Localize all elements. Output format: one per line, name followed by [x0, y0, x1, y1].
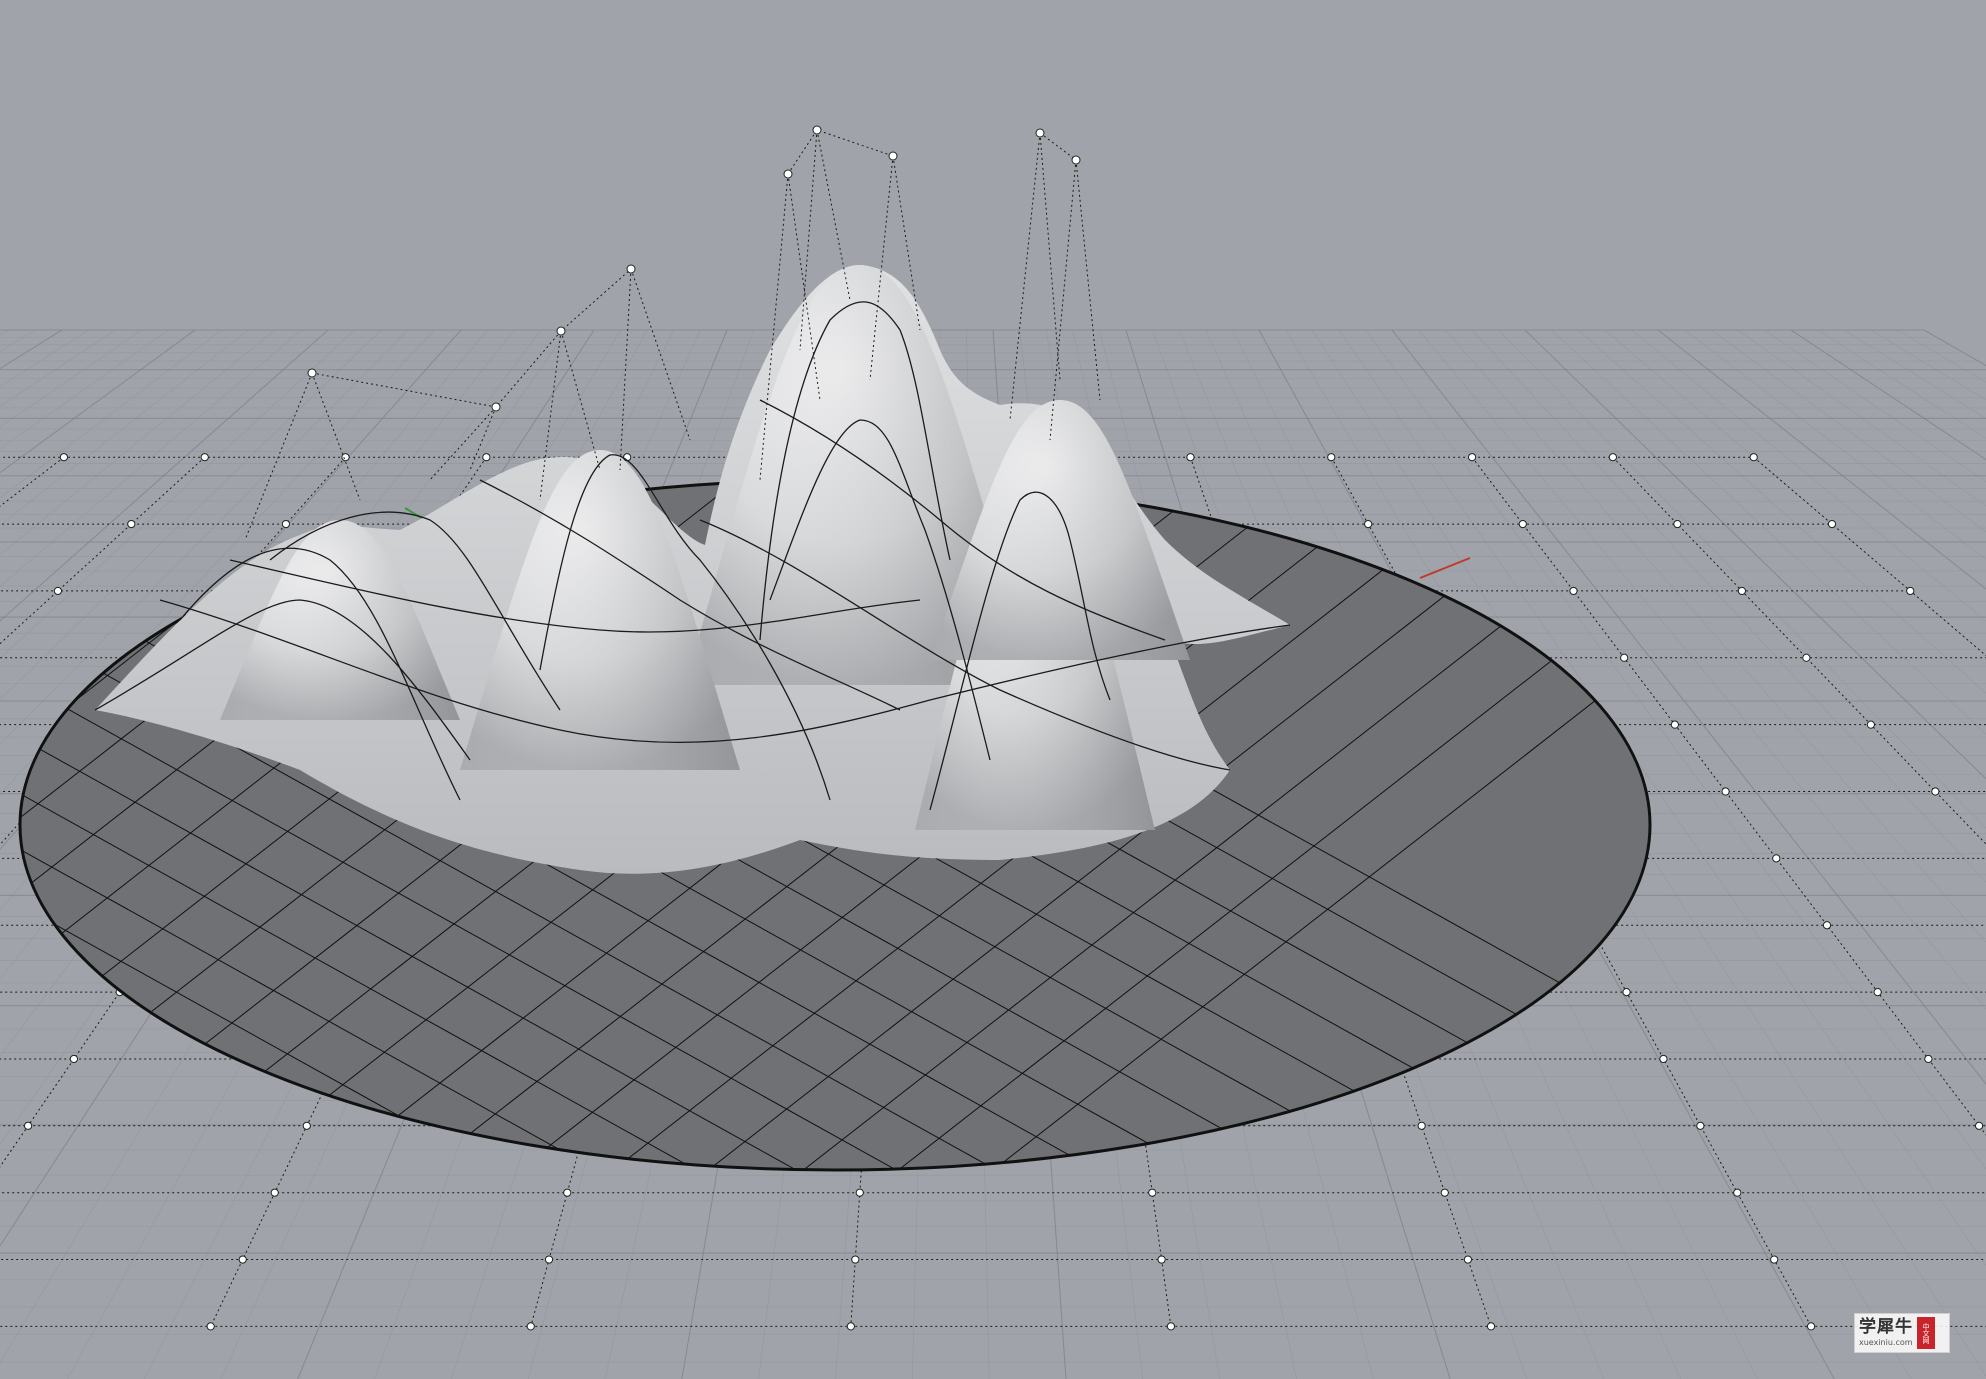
control-point: [1733, 1188, 1742, 1197]
raised-control-point: [626, 264, 636, 274]
grid-line: [1870, 329, 1986, 401]
control-polygon-col: [1612, 456, 1986, 845]
control-point: [1417, 1121, 1426, 1130]
control-point: [563, 1188, 572, 1197]
grid-line: [1897, 329, 1986, 383]
watermark-seal-text: 中文网: [1922, 1322, 1930, 1344]
control-point: [1486, 1322, 1496, 1331]
control-point: [1364, 519, 1373, 529]
control-point: [1463, 1255, 1472, 1264]
control-point: [482, 453, 491, 462]
raised-control-point: [783, 169, 793, 179]
grid-line: [1711, 329, 1986, 533]
control-point: [1806, 1322, 1816, 1331]
grid-line: [1817, 329, 1986, 439]
control-point: [270, 1188, 279, 1197]
control-point: [851, 1255, 860, 1264]
control-point: [1866, 720, 1875, 729]
control-point: [1620, 653, 1629, 662]
control-point: [1822, 921, 1832, 930]
control-point: [341, 453, 350, 462]
control-point: [23, 1121, 33, 1130]
control-point: [1440, 1188, 1449, 1197]
control-point: [1802, 653, 1811, 662]
grid-line: [1844, 329, 1986, 419]
control-point: [526, 1322, 535, 1331]
control-point: [1906, 586, 1915, 596]
control-point: [1673, 519, 1682, 529]
rhino-3d-scene[interactable]: [0, 0, 1986, 1379]
control-point: [1157, 1255, 1166, 1264]
control-point: [302, 1121, 311, 1130]
grid-line: [1631, 329, 1986, 622]
control-point: [1518, 519, 1527, 529]
control-point: [1659, 1054, 1668, 1064]
control-point: [1608, 453, 1618, 462]
control-point: [1569, 586, 1578, 596]
peak-hull-drop: [1009, 132, 1061, 421]
control-point: [206, 1322, 215, 1331]
raised-control-point: [556, 326, 566, 336]
grid-line: [1923, 329, 1986, 367]
control-point: [1186, 453, 1195, 462]
control-point: [855, 1188, 864, 1197]
control-point: [238, 1255, 247, 1264]
control-point: [1924, 1054, 1933, 1064]
control-point: [69, 1054, 79, 1064]
control-point: [1827, 519, 1837, 529]
control-point: [281, 519, 291, 529]
peak-hull: [311, 129, 1077, 408]
grid-line: [1764, 329, 1986, 483]
control-point: [53, 586, 63, 596]
grid-line: [0, 329, 9, 336]
control-point: [1770, 1255, 1779, 1264]
control-point: [846, 1322, 855, 1331]
raised-control-point: [888, 151, 898, 161]
site-watermark: 学犀牛 xuexiniu.com 中文网: [1854, 1313, 1950, 1353]
grid-line: [1657, 329, 1986, 590]
control-point: [1696, 1121, 1705, 1130]
watermark-seal: 中文网: [1917, 1317, 1935, 1349]
grid-line: [1684, 329, 1986, 560]
control-point: [1873, 987, 1882, 997]
grid-line: [1604, 329, 1986, 656]
control-point: [1721, 787, 1730, 796]
perspective-viewport[interactable]: 学犀牛 xuexiniu.com 中文网: [0, 0, 1986, 1379]
control-point: [1148, 1188, 1157, 1197]
control-point: [59, 453, 68, 462]
raised-control-point: [307, 368, 317, 378]
control-point: [1931, 787, 1940, 796]
control-point: [1467, 453, 1477, 462]
control-point: [1670, 720, 1679, 729]
control-point: [1974, 1121, 1984, 1130]
raised-control-point: [491, 402, 501, 412]
watermark-url: xuexiniu.com: [1859, 1338, 1913, 1347]
raised-control-point: [812, 125, 822, 135]
control-point: [1622, 987, 1631, 997]
raised-control-point: [1071, 155, 1081, 165]
control-point: [1737, 586, 1746, 596]
control-point: [1166, 1322, 1176, 1331]
control-point: [1749, 453, 1758, 462]
control-point: [127, 519, 136, 529]
watermark-title: 学犀牛: [1859, 1317, 1913, 1337]
grid-line: [1790, 329, 1986, 461]
control-point: [200, 453, 209, 462]
control-point: [1772, 854, 1781, 863]
raised-control-point: [1035, 128, 1045, 138]
control-point: [1327, 453, 1336, 462]
control-point: [544, 1255, 554, 1264]
